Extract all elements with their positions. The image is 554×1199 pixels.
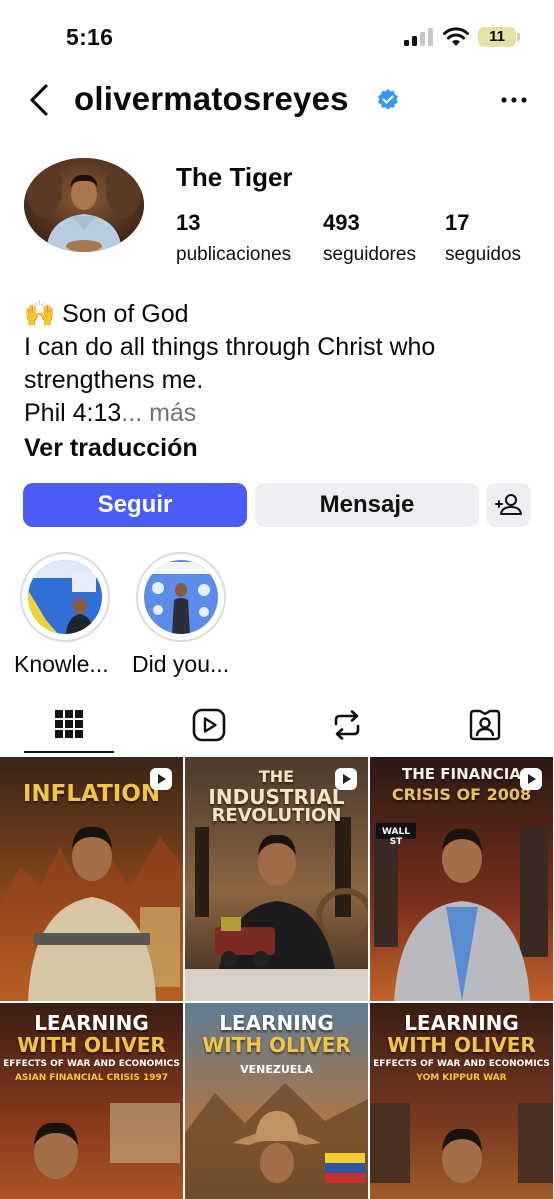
posts-grid: INFLATION THE INDUSTRIAL REVOLUTION WALL…	[0, 757, 554, 1199]
post-tile-asian-financial-crisis[interactable]: LEARNING WITH OLIVER EFFECTS OF WAR AND …	[0, 1003, 183, 1199]
status-bar: 5:16 11	[0, 0, 554, 70]
reel-indicator-icon	[335, 768, 357, 790]
tab-posts-grid[interactable]	[23, 702, 115, 754]
reel-indicator-icon	[150, 768, 172, 790]
bio-line: 🙌 Son of God	[24, 300, 189, 328]
post-subtitle: EFFECTS OF WAR AND ECONOMICS	[373, 1059, 550, 1069]
grid-icon	[55, 710, 83, 738]
post-subtitle: ASIAN FINANCIAL CRISIS 1997	[14, 1073, 169, 1083]
more-options-icon[interactable]	[496, 86, 532, 114]
post-subtitle: YOM KIPPUR WAR	[416, 1073, 507, 1083]
highlight-knowledge[interactable]: Knowle...	[14, 552, 112, 677]
post-title: REVOLUTION	[211, 805, 342, 826]
tab-reposts[interactable]	[298, 702, 390, 754]
stat-value: 493	[323, 210, 360, 235]
post-tile-financial-crisis-2008[interactable]: WALL ST THE FINANCIA CRISIS OF 2008	[370, 757, 553, 1001]
translate-link[interactable]: Ver traducción	[24, 434, 198, 463]
post-tile-yom-kippur-war[interactable]: LEARNING WITH OLIVER EFFECTS OF WAR AND …	[370, 1003, 553, 1199]
bio-more-link[interactable]: ... más	[121, 399, 196, 427]
highlight-cover	[144, 560, 218, 634]
bio-line: I can do all things through Christ who	[24, 333, 436, 361]
avatar-photo	[24, 158, 144, 252]
post-tile-venezuela[interactable]: LEARNING WITH OLIVER VENEZUELA	[185, 1003, 368, 1199]
bio-line-last: Phil 4:13... más	[24, 397, 534, 430]
tab-tagged[interactable]	[436, 702, 528, 754]
profile-header: olivermatosreyes	[0, 76, 554, 124]
battery-indicator: 11	[478, 27, 520, 47]
wall-street-sign: WALL ST	[382, 827, 410, 847]
stat-value: 13	[176, 210, 201, 235]
reel-indicator-icon	[520, 768, 542, 790]
stat-label: publicaciones	[176, 244, 292, 265]
reels-icon	[192, 708, 226, 742]
back-arrow-icon[interactable]	[24, 82, 54, 118]
profile-avatar[interactable]	[22, 158, 146, 254]
bio-line: Phil 4:13	[24, 399, 122, 427]
post-title: LEARNING	[404, 1011, 519, 1035]
battery-level: 11	[489, 28, 505, 45]
message-button[interactable]: Mensaje	[255, 483, 479, 527]
stat-posts[interactable]: 13 publicaciones	[176, 210, 291, 266]
highlight-label: Did you...	[132, 651, 230, 677]
post-tile-industrial-revolution[interactable]: THE INDUSTRIAL REVOLUTION	[185, 757, 368, 1001]
tagged-icon	[469, 709, 501, 741]
post-title: WITH OLIVER	[17, 1033, 166, 1057]
post-subtitle: VENEZUELA	[240, 1063, 313, 1076]
profile-bio: 🙌 Son of God I can do all things through…	[24, 298, 534, 430]
post-title: LEARNING	[34, 1011, 149, 1035]
post-title: WITH OLIVER	[202, 1033, 351, 1057]
profile-username: olivermatosreyes	[74, 80, 349, 117]
highlight-did-you-know[interactable]: Did you...	[132, 552, 229, 677]
stat-following[interactable]: 17 seguidos	[445, 210, 521, 266]
reposts-icon	[334, 710, 360, 740]
stat-label: seguidores	[323, 244, 416, 265]
stat-followers[interactable]: 493 seguidores	[323, 210, 416, 266]
post-tile-inflation[interactable]: INFLATION	[0, 757, 183, 1001]
tab-reels[interactable]	[160, 702, 252, 754]
cellular-signal-icon	[404, 28, 434, 46]
wifi-icon	[443, 27, 469, 46]
selected-tab-indicator	[24, 751, 114, 753]
stat-label: seguidos	[445, 244, 522, 265]
profile-display-name: The Tiger	[176, 162, 293, 192]
highlight-label: Knowle...	[14, 651, 109, 677]
stat-value: 17	[445, 210, 470, 235]
suggest-users-button[interactable]	[486, 483, 531, 527]
profile-tabs	[0, 702, 554, 754]
post-title: WITH OLIVER	[387, 1033, 536, 1057]
post-subtitle: EFFECTS OF WAR AND ECONOMICS	[3, 1059, 180, 1069]
highlight-cover	[28, 560, 102, 634]
add-user-icon	[495, 494, 522, 515]
bio-line: strengthens me.	[24, 366, 204, 394]
follow-button[interactable]: Seguir	[23, 483, 247, 527]
verified-badge-icon	[378, 89, 398, 110]
post-title: LEARNING	[219, 1011, 334, 1035]
status-time: 5:16	[66, 24, 114, 50]
